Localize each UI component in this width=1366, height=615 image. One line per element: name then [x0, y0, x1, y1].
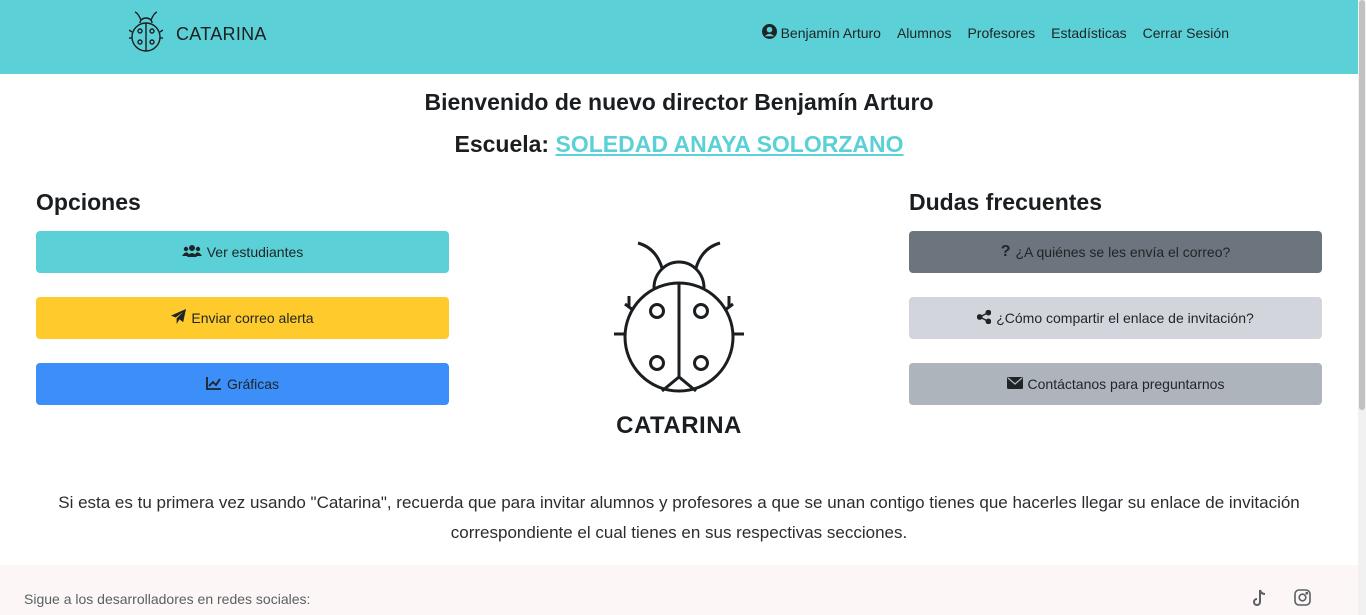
faq-share-link-button[interactable]: ¿Cómo compartir el enlace de invitación? [909, 297, 1322, 339]
nav-menu: Benjamín Arturo Alumnos Profesores Estad… [761, 24, 1229, 42]
faq-who-receives-label: ¿A quiénes se les envía el correo? [1015, 244, 1231, 260]
brand-name: CATARINA [176, 23, 267, 44]
instagram-icon[interactable] [1294, 589, 1312, 607]
faq-share-link-label: ¿Cómo compartir el enlace de invitación? [996, 310, 1254, 326]
footer-text: Sigue a los desarrolladores en redes soc… [24, 591, 311, 607]
nav-alumnos-link[interactable]: Alumnos [897, 25, 951, 41]
paper-plane-icon [171, 309, 187, 327]
share-icon [976, 309, 992, 327]
options-title: Opciones [36, 189, 141, 215]
send-alert-button[interactable]: Enviar correo alerta [36, 297, 449, 339]
first-time-info: Si esta es tu primera vez usando "Catari… [58, 493, 1300, 542]
tiktok-icon[interactable] [1252, 589, 1270, 607]
ladybug-logo [612, 240, 746, 405]
brand-link[interactable]: CATARINA [128, 10, 267, 58]
nav-logout-link[interactable]: Cerrar Sesión [1143, 25, 1229, 41]
charts-button[interactable]: Gráficas [36, 363, 449, 405]
page-scrollbar[interactable] [1358, 0, 1366, 615]
footer: Sigue a los desarrolladores en redes soc… [0, 565, 1358, 615]
contact-us-label: Contáctanos para preguntarnos [1027, 376, 1225, 392]
user-circle-icon [761, 24, 777, 42]
view-students-label: Ver estudiantes [206, 244, 304, 260]
navbar: CATARINA Benjamín Arturo Alumnos Profeso… [0, 0, 1366, 74]
send-alert-label: Enviar correo alerta [191, 310, 314, 326]
ladybug-icon [128, 10, 164, 58]
logo-text: CATARINA [616, 412, 742, 439]
scrollbar-thumb[interactable] [1359, 0, 1365, 410]
school-label: Escuela: [454, 131, 550, 157]
contact-us-button[interactable]: Contáctanos para preguntarnos [909, 363, 1322, 405]
faq-who-receives-button[interactable]: ? ¿A quiénes se les envía el correo? [909, 231, 1322, 273]
nav-user-label: Benjamín Arturo [780, 25, 881, 41]
faq-title: Dudas frecuentes [909, 189, 1103, 215]
nav-profesores-link[interactable]: Profesores [967, 25, 1035, 41]
charts-label: Gráficas [226, 376, 280, 392]
nav-estadisticas-link[interactable]: Estadísticas [1051, 25, 1126, 41]
chart-line-icon [206, 376, 222, 393]
school-line: Escuela: SOLEDAD ANAYA SOLORZANO [0, 131, 1358, 158]
question-icon: ? [1000, 243, 1011, 260]
welcome-title: Bienvenido de nuevo director Benjamín Ar… [424, 89, 934, 115]
envelope-icon [1006, 376, 1023, 392]
view-students-button[interactable]: Ver estudiantes [36, 231, 449, 273]
users-icon [181, 244, 202, 261]
nav-user-link[interactable]: Benjamín Arturo [761, 24, 881, 42]
school-link[interactable]: SOLEDAD ANAYA SOLORZANO [555, 131, 903, 157]
